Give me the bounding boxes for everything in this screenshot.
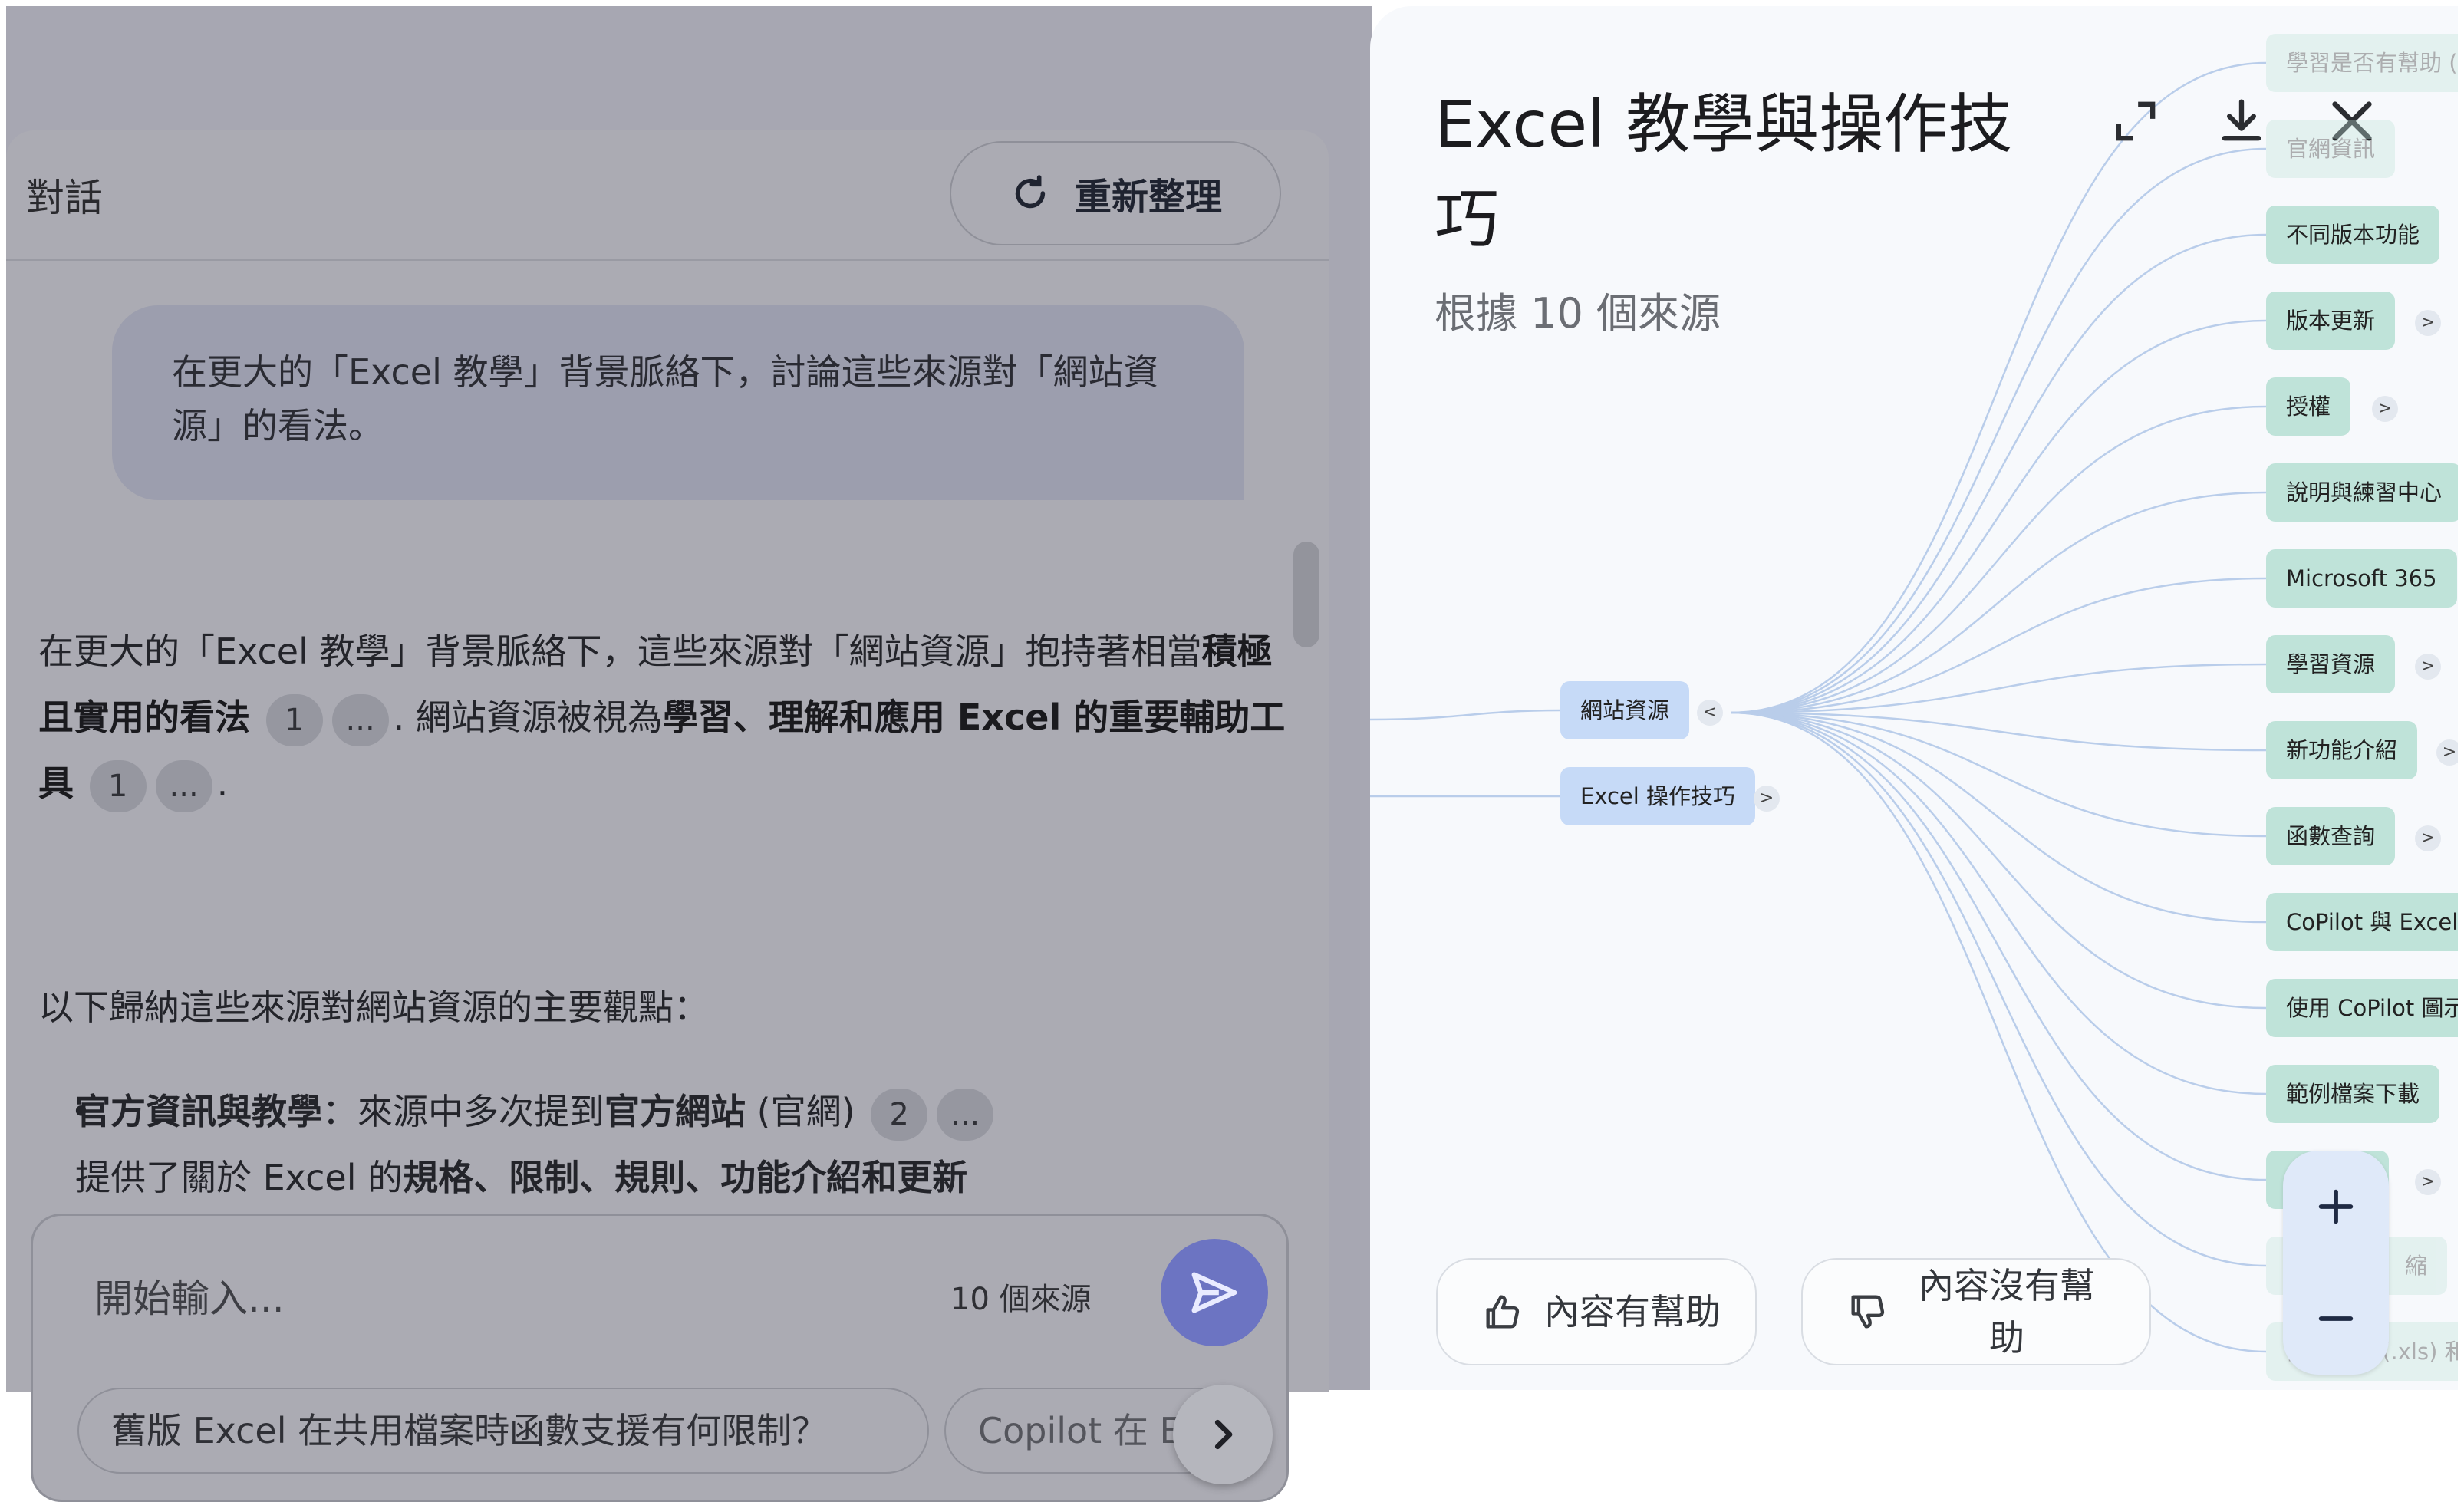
expand-node-button[interactable]: > [2415,1169,2441,1195]
chat-title: 對話 [26,176,103,220]
helpful-feedback-button[interactable]: 內容有幫助 [1436,1258,1757,1365]
not-helpful-label: 內容沒有幫助 [1919,1265,2095,1359]
user-message: 在更大的「Excel 教學」背景脈絡下，討論這些來源對「網站資源」的看法。 [112,305,1244,500]
summary-intro: 以下歸納這些來源對網站資源的主要觀點： [38,987,709,1028]
connector-line [1730,577,2267,714]
collapse-node-button[interactable]: < [1697,700,1723,726]
connector-line [1730,711,2267,1181]
chat-input[interactable]: 開始輸入... [94,1268,285,1323]
scrollbar[interactable] [1293,542,1319,647]
mind-map-title: Excel 教學與操作技巧 [1435,87,2013,257]
bullet-text: ：來源中多次提到 [322,1091,604,1132]
expand-node-button[interactable]: > [2436,739,2458,766]
answer-text: . 網站資源被視為 [393,697,663,738]
mindmap-node[interactable]: 範例檔案下載 [2266,1065,2440,1123]
mindmap-node[interactable]: 新功能介紹 [2266,721,2418,779]
mindmap-node[interactable]: 版本更新 [2266,292,2396,350]
mindmap-node-excel-tips[interactable]: Excel 操作技巧 [1560,767,1756,825]
chevron-right-icon [1214,1419,1233,1450]
helpful-label: 內容有幫助 [1544,1291,1721,1332]
plus-icon [2318,1189,2354,1224]
thumbs-down-icon [1851,1295,1885,1329]
next-suggestions-button[interactable] [1173,1385,1273,1484]
citation-chip[interactable]: 1 [265,693,323,746]
answer-text: 在更大的「Excel 教學」背景脈絡下，這些來源對「網站資源」抱持著相當 [38,631,1202,672]
refresh-button[interactable]: 重新整理 [950,141,1281,245]
bullet-bold-text: 官方網站 [604,1091,746,1132]
chat-header: 對話 重新整理 [6,130,1329,261]
expand-node-button[interactable]: > [1754,786,1780,812]
source-count: 10 個來源 [950,1282,1092,1317]
mindmap-node[interactable]: 不同版本功能 [2266,206,2440,264]
minus-icon [2318,1316,2354,1321]
citation-chip[interactable]: 2 [871,1088,928,1141]
connector-line [1730,711,2267,1010]
chat-panel: 對話 重新整理 在更大的「Excel 教學」背景脈絡下，討論這些來源對「網站資源… [6,130,1329,1502]
mindmap-node[interactable]: 授權 [2266,377,2351,436]
expand-node-button[interactable]: > [2415,310,2441,336]
connector-line [1730,711,2267,1095]
bullet-text: (官網) [746,1091,855,1132]
download-icon[interactable] [2212,92,2271,150]
expand-node-button[interactable]: > [2372,396,2398,422]
refresh-label: 重新整理 [1074,176,1222,219]
connector-line [1730,711,2267,1267]
connector-line [1730,491,2267,714]
connector-line [1730,711,2267,1353]
mindmap-node[interactable]: 學習資源 [2266,635,2396,693]
zoom-controls [2283,1151,2389,1375]
thumbs-up-icon [1486,1295,1520,1329]
chat-input-box[interactable]: 開始輸入... 10 個來源 舊版 Excel 在共用檔案時函數支援有何限制？ … [31,1214,1289,1502]
mindmap-node[interactable]: 函數查詢 [2266,807,2396,865]
citation-more-chip[interactable]: ... [155,759,212,812]
refresh-icon [1015,175,1046,209]
zoom-out-button[interactable] [2283,1263,2389,1375]
bullet-text: 提供了關於 Excel 的 [75,1157,404,1198]
mindmap-node[interactable]: CoPilot 與 Excel [2266,893,2458,951]
mindmap-node[interactable]: Microsoft 365 [2266,549,2457,608]
mindmap-node-website-resources[interactable]: 網站資源 [1560,681,1690,739]
bullet-dot: • [71,1091,92,1132]
mind-map-panel: Excel 教學與操作技巧 根據 10 個來源 網站資源 < Excel 操作技… [1370,6,2458,1390]
expand-node-button[interactable]: > [2415,825,2441,851]
send-button[interactable] [1161,1239,1268,1346]
connector-line [1730,233,2267,714]
connector-line [1730,711,2267,924]
list-item: • 官方資訊與教學：來源中多次提到官方網站 (官網) 2... 提供了關於 Ex… [71,1079,1272,1210]
suggestion-chip[interactable]: 舊版 Excel 在共用檔案時函數支援有何限制？ [77,1388,929,1474]
connector-line [1730,319,2267,714]
assistant-answer: 在更大的「Excel 教學」背景脈絡下，這些來源對「網站資源」抱持著相當積極且實… [38,618,1296,816]
citation-more-chip[interactable]: ... [331,693,389,746]
mindmap-node[interactable]: 說明與練習中心 [2266,463,2458,522]
expand-node-button[interactable]: > [2415,654,2441,680]
citation-more-chip[interactable]: ... [937,1088,994,1141]
answer-text: . [216,763,229,804]
answer-paragraph: 在更大的「Excel 教學」背景脈絡下，這些來源對「網站資源」抱持著相當積極且實… [38,618,1296,816]
zoom-in-button[interactable] [2283,1151,2389,1263]
fullscreen-icon[interactable] [2107,92,2165,150]
mindmap-node[interactable]: 學習是否有幫助 (3 [2266,34,2458,92]
mindmap-node[interactable]: 官網資訊 [2266,120,2396,178]
not-helpful-feedback-button[interactable]: 內容沒有幫助 [1801,1258,2151,1365]
send-icon [1191,1272,1237,1313]
bullet-heading: 官方資訊與教學 [75,1091,322,1132]
mind-map-subtitle: 根據 10 個來源 [1435,289,1721,338]
bullet-bold-text: 規格、限制、規則、功能介紹和更新 [403,1157,968,1198]
citation-chip[interactable]: 1 [89,759,147,812]
connector-line [1370,709,1561,721]
mindmap-node[interactable]: 使用 CoPilot 圖示 [2266,979,2458,1037]
